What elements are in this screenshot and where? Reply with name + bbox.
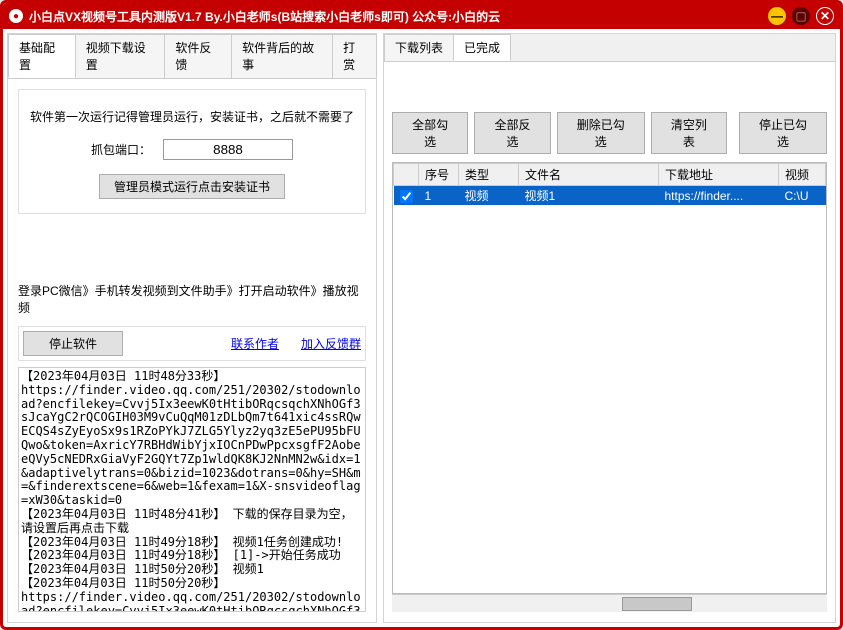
- invert-selection-button[interactable]: 全部反选: [474, 112, 550, 154]
- completed-table-wrap[interactable]: 序号 类型 文件名 下载地址 视频 1 视频: [392, 162, 827, 594]
- close-button[interactable]: ✕: [816, 7, 834, 25]
- right-button-row: 全部勾选 全部反选 删除已勾选 清空列表 停止已勾选: [392, 112, 827, 154]
- right-panel: 下载列表 已完成 全部勾选 全部反选 删除已勾选 清空列表 停止已勾选: [383, 33, 836, 623]
- tab-story[interactable]: 软件背后的故事: [231, 34, 333, 78]
- first-run-text: 软件第一次运行记得管理员运行，安装证书，之后就不需要了: [30, 108, 354, 125]
- tab-donate[interactable]: 打赏: [332, 34, 377, 78]
- port-input[interactable]: [163, 139, 293, 160]
- right-tab-content: 全部勾选 全部反选 删除已勾选 清空列表 停止已勾选 序号 类型: [384, 61, 835, 622]
- left-panel: 基础配置 视频下载设置 软件反馈 软件背后的故事 打赏 软件第一次运行记得管理员…: [7, 33, 377, 623]
- cell-no: 1: [419, 186, 459, 206]
- tab-download-settings[interactable]: 视频下载设置: [75, 34, 166, 78]
- stop-selected-button[interactable]: 停止已勾选: [739, 112, 827, 154]
- select-all-button[interactable]: 全部勾选: [392, 112, 468, 154]
- window-body: 基础配置 视频下载设置 软件反馈 软件背后的故事 打赏 软件第一次运行记得管理员…: [3, 29, 840, 627]
- tab-completed[interactable]: 已完成: [453, 34, 511, 61]
- col-no[interactable]: 序号: [419, 164, 459, 186]
- table-row[interactable]: 1 视频 视频1 https://finder.... C:\U: [394, 186, 826, 206]
- left-tab-content: 软件第一次运行记得管理员运行，安装证书，之后就不需要了 抓包端口： 管理员模式运…: [8, 78, 376, 622]
- port-label: 抓包端口：: [91, 141, 151, 158]
- contact-author-link[interactable]: 联系作者: [231, 335, 279, 352]
- col-filename[interactable]: 文件名: [519, 164, 659, 186]
- cell-url: https://finder....: [659, 186, 779, 206]
- install-cert-button[interactable]: 管理员模式运行点击安装证书: [99, 174, 285, 199]
- col-url[interactable]: 下载地址: [659, 164, 779, 186]
- horizontal-scrollbar[interactable]: [392, 594, 827, 612]
- tab-basic-config[interactable]: 基础配置: [8, 34, 76, 78]
- scrollbar-thumb[interactable]: [622, 597, 692, 611]
- maximize-button[interactable]: ▢: [792, 7, 810, 25]
- tab-download-list[interactable]: 下载列表: [384, 34, 454, 61]
- stop-software-button[interactable]: 停止软件: [23, 331, 123, 356]
- app-icon: ●: [9, 9, 23, 23]
- app-window: ● 小白点VX视频号工具内测版V1.7 By.小白老师s(B站搜索小白老师s即可…: [0, 0, 843, 630]
- col-checkbox[interactable]: [394, 164, 419, 186]
- log-textarea[interactable]: 【2023年04月03日 11时48分33秒】 https://finder.v…: [18, 367, 366, 612]
- right-tabs: 下载列表 已完成: [384, 34, 835, 61]
- instructions-text: 登录PC微信》手机转发视频到文件助手》打开启动软件》播放视频: [18, 282, 366, 316]
- cell-name: 视频1: [519, 186, 659, 206]
- left-tabs: 基础配置 视频下载设置 软件反馈 软件背后的故事 打赏: [8, 34, 376, 78]
- titlebar[interactable]: ● 小白点VX视频号工具内测版V1.7 By.小白老师s(B站搜索小白老师s即可…: [3, 3, 840, 29]
- cell-type: 视频: [459, 186, 519, 206]
- delete-selected-button[interactable]: 删除已勾选: [557, 112, 645, 154]
- row-checkbox[interactable]: [400, 190, 413, 203]
- clear-list-button[interactable]: 清空列表: [651, 112, 727, 154]
- window-title: 小白点VX视频号工具内测版V1.7 By.小白老师s(B站搜索小白老师s即可) …: [29, 8, 768, 25]
- control-row: 停止软件 联系作者 加入反馈群: [18, 326, 366, 361]
- completed-table: 序号 类型 文件名 下载地址 视频 1 视频: [393, 163, 826, 205]
- basic-config-box: 软件第一次运行记得管理员运行，安装证书，之后就不需要了 抓包端口： 管理员模式运…: [18, 89, 366, 214]
- cell-extra: C:\U: [779, 186, 826, 206]
- minimize-button[interactable]: —: [768, 7, 786, 25]
- col-type[interactable]: 类型: [459, 164, 519, 186]
- join-feedback-link[interactable]: 加入反馈群: [301, 335, 361, 352]
- col-video[interactable]: 视频: [779, 164, 826, 186]
- tab-feedback[interactable]: 软件反馈: [164, 34, 232, 78]
